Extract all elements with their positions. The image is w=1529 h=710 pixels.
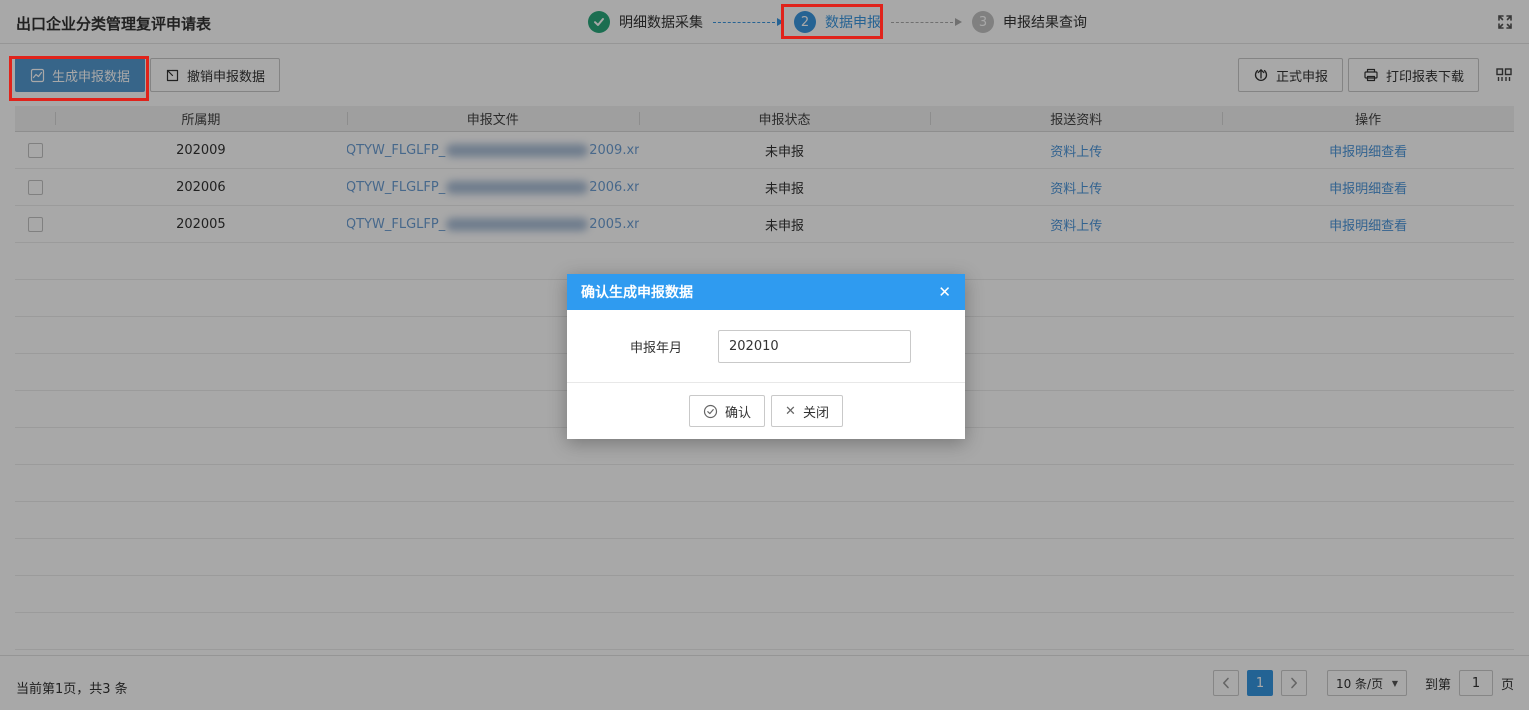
circle-check-icon (703, 404, 718, 419)
dialog-close-button[interactable]: ✕ 关闭 (771, 395, 843, 427)
dialog-body: 申报年月 (567, 310, 965, 382)
dialog-footer: 确认 ✕ 关闭 (567, 382, 965, 439)
button-label: 关闭 (802, 404, 829, 420)
x-icon: ✕ (785, 403, 796, 418)
confirm-generate-dialog: 确认生成申报数据 ✕ 申报年月 确认 ✕ 关闭 (567, 274, 965, 439)
confirm-button[interactable]: 确认 (689, 395, 766, 427)
declare-month-input[interactable] (718, 330, 912, 363)
dialog-header: 确认生成申报数据 ✕ (567, 274, 965, 310)
declare-month-field-row: 申报年月 (567, 330, 965, 363)
declare-month-label: 申报年月 (630, 341, 683, 356)
button-label: 确认 (725, 404, 752, 420)
dialog-title: 确认生成申报数据 (581, 285, 693, 301)
close-icon[interactable]: ✕ (938, 284, 951, 300)
app-root: 出口企业分类管理复评申请表 明细数据采集 2 数据申报 3 申报结果查询 生成申… (0, 0, 1529, 710)
